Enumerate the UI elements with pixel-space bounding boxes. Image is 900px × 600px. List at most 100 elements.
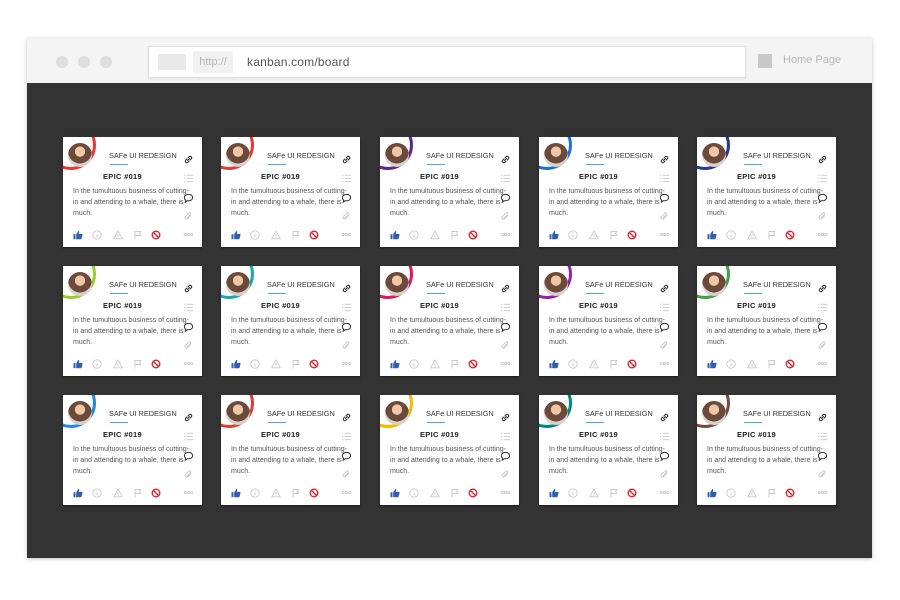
stop-icon[interactable] <box>468 227 478 240</box>
epic-card[interactable]: SAFe UI REDESIGN EPIC #019 In the tumultuo… <box>697 137 836 247</box>
warning-icon[interactable] <box>747 485 757 498</box>
url-text[interactable]: kanban.com/board <box>247 47 350 77</box>
comment-icon[interactable] <box>500 320 511 333</box>
flag-icon[interactable] <box>609 485 619 498</box>
avatar[interactable] <box>385 272 409 296</box>
comment-icon[interactable] <box>183 320 194 333</box>
link-icon[interactable] <box>183 152 194 164</box>
more-icon[interactable] <box>183 485 194 496</box>
more-icon[interactable] <box>183 227 194 238</box>
window-maximize-dot[interactable] <box>100 56 112 68</box>
info-icon[interactable] <box>250 356 260 369</box>
attachment-icon[interactable] <box>341 338 352 349</box>
attachment-icon[interactable] <box>500 209 511 220</box>
flag-icon[interactable] <box>767 356 777 369</box>
thumbs-up-icon[interactable] <box>231 227 241 240</box>
thumbs-up-icon[interactable] <box>73 485 83 498</box>
info-icon[interactable] <box>568 485 578 498</box>
stop-icon[interactable] <box>151 227 161 240</box>
avatar[interactable] <box>68 143 92 167</box>
attachment-icon[interactable] <box>341 467 352 478</box>
checklist-icon[interactable] <box>500 171 511 183</box>
link-icon[interactable] <box>817 152 828 164</box>
stop-icon[interactable] <box>785 356 795 369</box>
epic-card[interactable]: SAFe UI REDESIGN EPIC #019 In the tumultuo… <box>539 266 678 376</box>
stop-icon[interactable] <box>785 485 795 498</box>
link-icon[interactable] <box>659 152 670 164</box>
warning-icon[interactable] <box>113 356 123 369</box>
comment-icon[interactable] <box>817 191 828 204</box>
warning-icon[interactable] <box>589 227 599 240</box>
link-icon[interactable] <box>659 410 670 422</box>
flag-icon[interactable] <box>133 227 143 240</box>
avatar[interactable] <box>702 401 726 425</box>
attachment-icon[interactable] <box>817 338 828 349</box>
attachment-icon[interactable] <box>659 338 670 349</box>
link-icon[interactable] <box>341 281 352 293</box>
checklist-icon[interactable] <box>183 300 194 312</box>
more-icon[interactable] <box>817 485 828 496</box>
more-icon[interactable] <box>659 227 670 238</box>
address-bar[interactable]: http:// kanban.com/board <box>148 46 746 78</box>
info-icon[interactable] <box>568 227 578 240</box>
attachment-icon[interactable] <box>183 467 194 478</box>
thumbs-up-icon[interactable] <box>390 485 400 498</box>
thumbs-up-icon[interactable] <box>549 485 559 498</box>
epic-card[interactable]: SAFe UI REDESIGN EPIC #019 In the tumultuo… <box>63 137 202 247</box>
warning-icon[interactable] <box>271 356 281 369</box>
comment-icon[interactable] <box>341 449 352 462</box>
epic-card[interactable]: SAFe UI REDESIGN EPIC #019 In the tumultuo… <box>380 266 519 376</box>
home-page-link[interactable]: Home Page <box>783 54 841 66</box>
warning-icon[interactable] <box>589 356 599 369</box>
warning-icon[interactable] <box>271 227 281 240</box>
more-icon[interactable] <box>183 356 194 367</box>
link-icon[interactable] <box>183 410 194 422</box>
attachment-icon[interactable] <box>817 209 828 220</box>
avatar[interactable] <box>68 272 92 296</box>
thumbs-up-icon[interactable] <box>231 485 241 498</box>
more-icon[interactable] <box>817 227 828 238</box>
epic-card[interactable]: SAFe UI REDESIGN EPIC #019 In the tumultuo… <box>539 137 678 247</box>
link-icon[interactable] <box>500 281 511 293</box>
attachment-icon[interactable] <box>659 467 670 478</box>
epic-card[interactable]: SAFe UI REDESIGN EPIC #019 In the tumultuo… <box>221 395 360 505</box>
avatar[interactable] <box>226 272 250 296</box>
epic-card[interactable]: SAFe UI REDESIGN EPIC #019 In the tumultuo… <box>63 266 202 376</box>
checklist-icon[interactable] <box>817 300 828 312</box>
flag-icon[interactable] <box>767 227 777 240</box>
avatar[interactable] <box>226 401 250 425</box>
info-icon[interactable] <box>92 227 102 240</box>
avatar[interactable] <box>544 401 568 425</box>
epic-card[interactable]: SAFe UI REDESIGN EPIC #019 In the tumultuo… <box>221 137 360 247</box>
thumbs-up-icon[interactable] <box>390 227 400 240</box>
info-icon[interactable] <box>250 485 260 498</box>
info-icon[interactable] <box>92 356 102 369</box>
comment-icon[interactable] <box>341 191 352 204</box>
attachment-icon[interactable] <box>817 467 828 478</box>
flag-icon[interactable] <box>450 356 460 369</box>
stop-icon[interactable] <box>151 485 161 498</box>
epic-card[interactable]: SAFe UI REDESIGN EPIC #019 In the tumultuo… <box>221 266 360 376</box>
link-icon[interactable] <box>500 152 511 164</box>
checklist-icon[interactable] <box>659 300 670 312</box>
checklist-icon[interactable] <box>341 171 352 183</box>
link-icon[interactable] <box>341 410 352 422</box>
checklist-icon[interactable] <box>341 429 352 441</box>
warning-icon[interactable] <box>113 227 123 240</box>
epic-card[interactable]: SAFe UI REDESIGN EPIC #019 In the tumultuo… <box>380 395 519 505</box>
link-icon[interactable] <box>659 281 670 293</box>
avatar[interactable] <box>544 143 568 167</box>
info-icon[interactable] <box>409 356 419 369</box>
flag-icon[interactable] <box>609 356 619 369</box>
info-icon[interactable] <box>726 485 736 498</box>
attachment-icon[interactable] <box>500 338 511 349</box>
checklist-icon[interactable] <box>183 429 194 441</box>
thumbs-up-icon[interactable] <box>73 227 83 240</box>
comment-icon[interactable] <box>183 191 194 204</box>
flag-icon[interactable] <box>133 485 143 498</box>
stop-icon[interactable] <box>627 485 637 498</box>
stop-icon[interactable] <box>309 227 319 240</box>
info-icon[interactable] <box>250 227 260 240</box>
link-icon[interactable] <box>341 152 352 164</box>
comment-icon[interactable] <box>341 320 352 333</box>
